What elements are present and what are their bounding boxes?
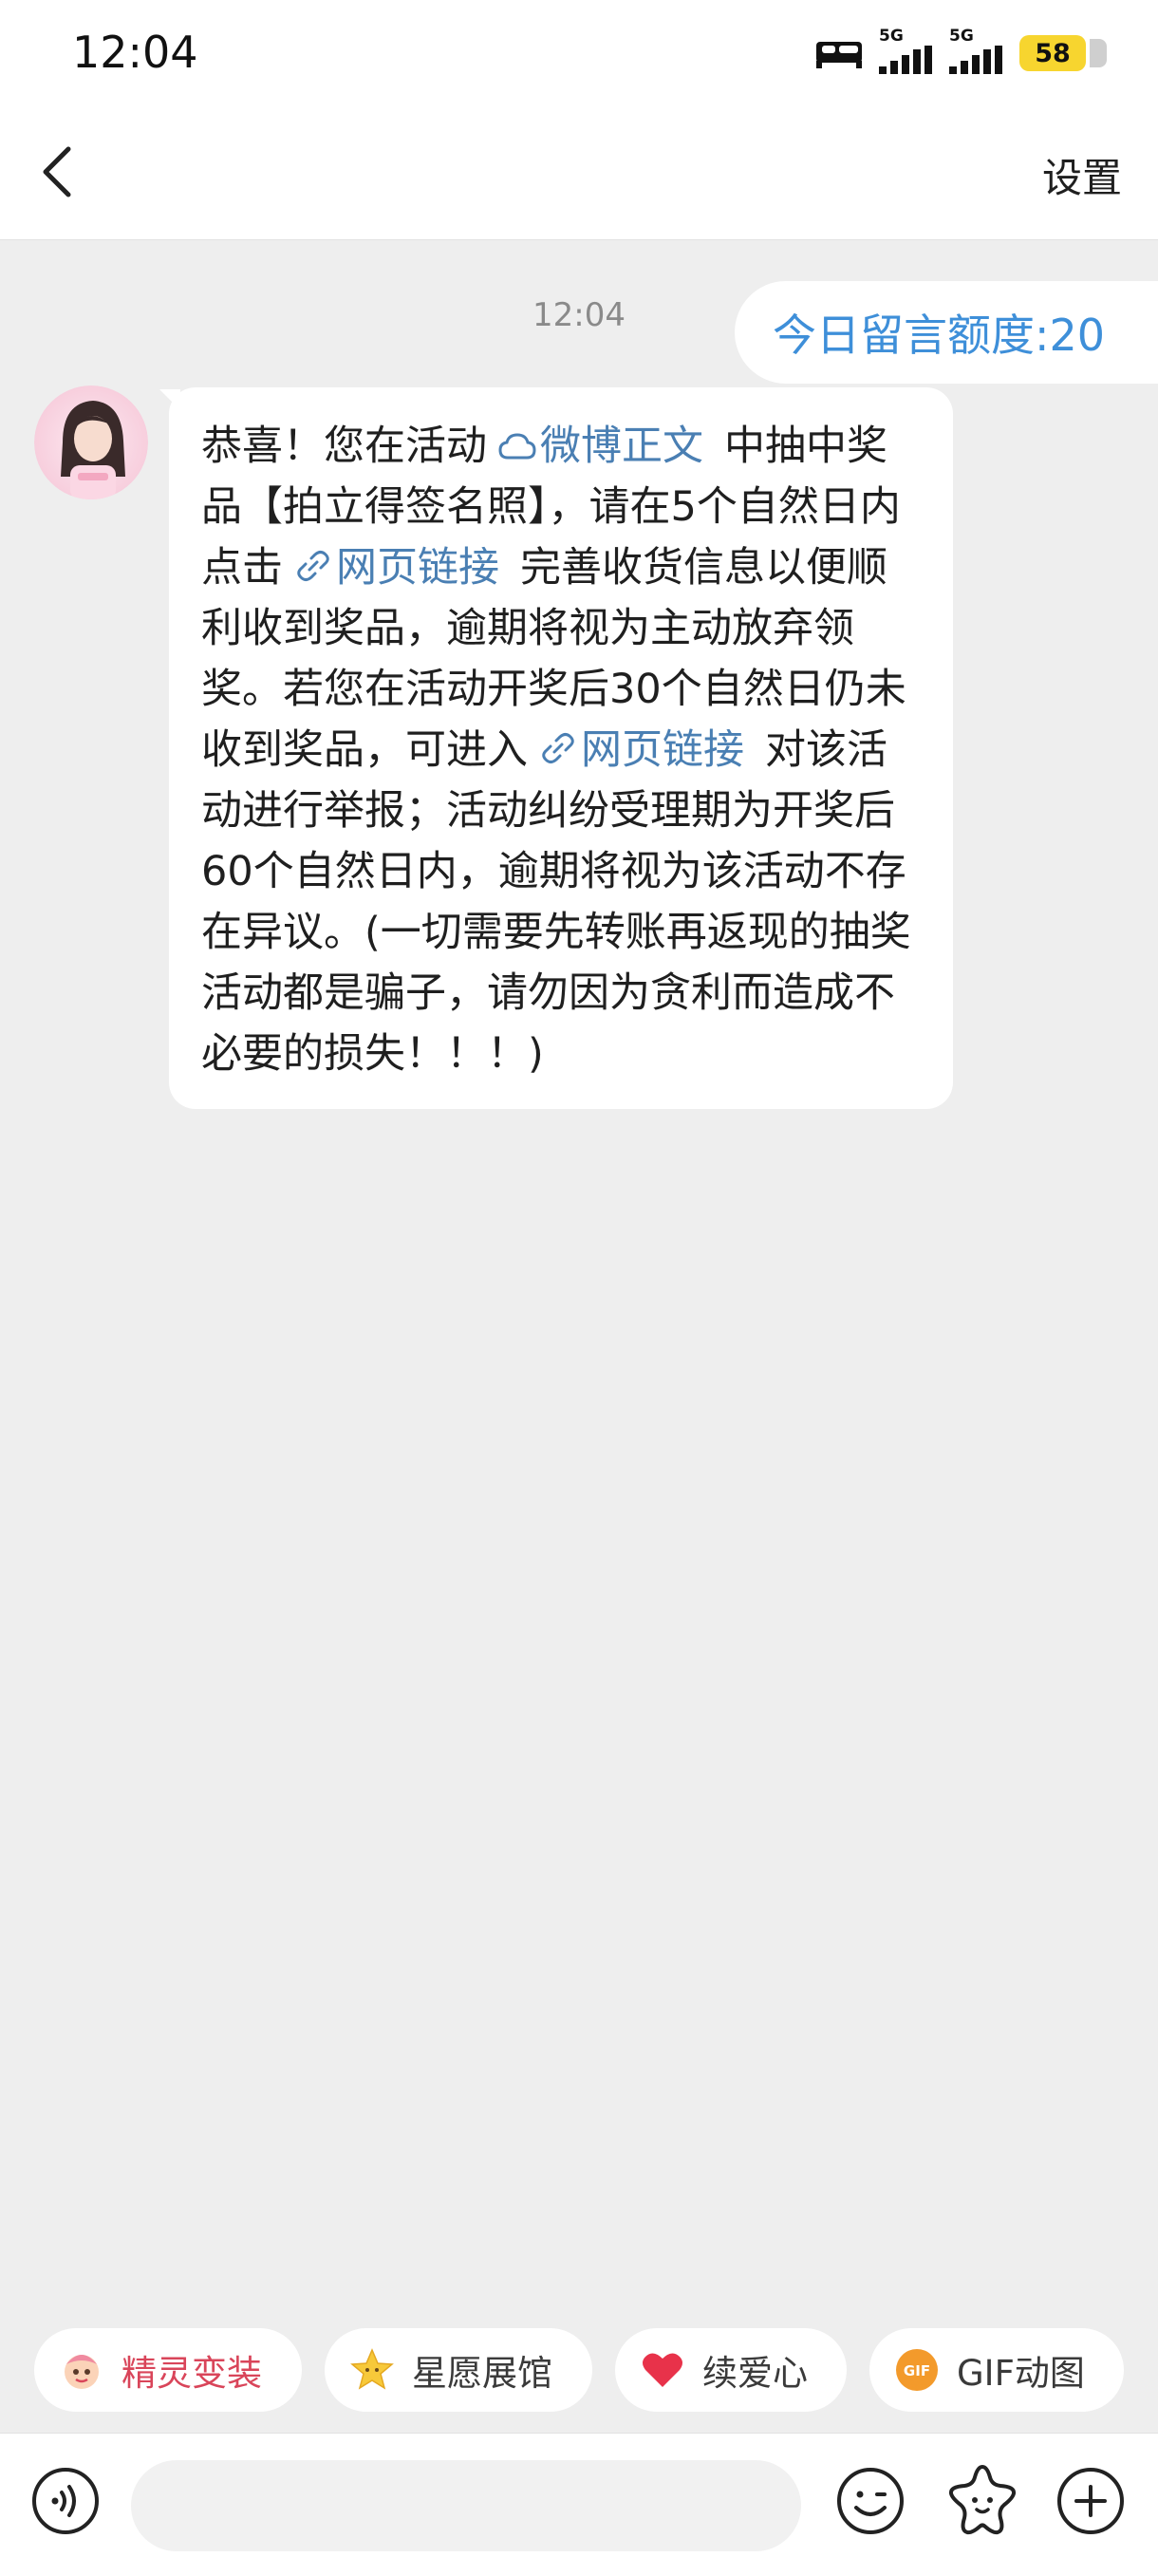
quick-action-star-wish-gallery[interactable]: 星愿展馆 — [325, 2328, 592, 2412]
link-icon — [297, 551, 329, 581]
heart-icon — [643, 2353, 682, 2387]
voice-input-icon[interactable] — [30, 2466, 101, 2536]
chevron-left-icon — [43, 146, 71, 197]
signal-2-icon: 5G — [949, 27, 1004, 74]
weibo-cloud-icon — [498, 433, 536, 460]
message-timestamp: 12:04 — [532, 296, 626, 334]
battery-icon: 58 — [1019, 35, 1107, 71]
plus-icon[interactable] — [1055, 2466, 1126, 2536]
link-icon — [542, 733, 574, 763]
status-bar: 12:04 5G 5G 58 — [0, 0, 1158, 104]
gif-icon: GIF — [896, 2349, 938, 2391]
nav-bar: 设置 — [0, 104, 1158, 240]
message-text-4: 对该活动进行举报；活动纠纷受理期为开奖后60个自然日内，逾期将视为该活动不存在异… — [201, 726, 911, 1078]
quick-action-gif[interactable]: GIF GIF动图 — [869, 2328, 1124, 2412]
webpage-link-2[interactable]: 网页链接 — [528, 726, 744, 774]
message-quota-badge: 今日留言额度:20 — [735, 281, 1158, 384]
webpage-link-1-label: 网页链接 — [336, 544, 499, 592]
webpage-link-2-label: 网页链接 — [581, 726, 744, 774]
quick-action-label: 精灵变装 — [121, 2353, 262, 2394]
quick-action-label: GIF动图 — [957, 2353, 1085, 2394]
input-bar — [0, 2433, 1158, 2576]
back-button[interactable] — [28, 139, 85, 205]
emoji-icon[interactable] — [835, 2466, 906, 2536]
quick-action-label: 星愿展馆 — [412, 2353, 552, 2394]
quick-action-sprite-costume[interactable]: 精灵变装 — [34, 2328, 302, 2412]
battery-level: 58 — [1035, 38, 1071, 68]
network-type-1: 5G — [879, 27, 904, 46]
quota-label: 今日留言额度:20 — [773, 310, 1106, 361]
settings-button[interactable]: 设置 — [1042, 146, 1122, 204]
weibo-post-link[interactable]: 微博正文 — [487, 423, 703, 470]
star-icon — [350, 2348, 394, 2390]
webpage-link-1[interactable]: 网页链接 — [283, 544, 499, 592]
quick-actions-bar: 精灵变装 星愿展馆 续爱心 GIF GIF动图 — [34, 2328, 1135, 2414]
message-text-1: 恭喜！您在活动 — [201, 423, 487, 470]
weibo-post-link-label: 微博正文 — [540, 423, 703, 470]
status-time: 12:04 — [72, 27, 198, 78]
message-input[interactable] — [131, 2460, 801, 2551]
avatar-image — [34, 385, 148, 499]
network-type-2: 5G — [949, 27, 974, 46]
avatar[interactable] — [34, 385, 148, 499]
page-title — [380, 137, 778, 203]
quick-action-label: 续爱心 — [702, 2353, 808, 2394]
quick-action-renew-love[interactable]: 续爱心 — [615, 2328, 847, 2412]
sleep-mode-icon — [816, 42, 862, 68]
status-icons: 5G 5G 58 — [814, 27, 1107, 78]
signal-1-icon: 5G — [879, 27, 934, 74]
sprite-icon — [65, 2355, 99, 2389]
sticker-star-icon[interactable] — [945, 2462, 1019, 2536]
svg-text:GIF: GIF — [904, 2362, 930, 2379]
message-bubble[interactable]: 恭喜！您在活动 微博正文 中抽中奖品【拍立得签名照】，请在5个自然日内点击 网页链接完… — [169, 387, 953, 1109]
